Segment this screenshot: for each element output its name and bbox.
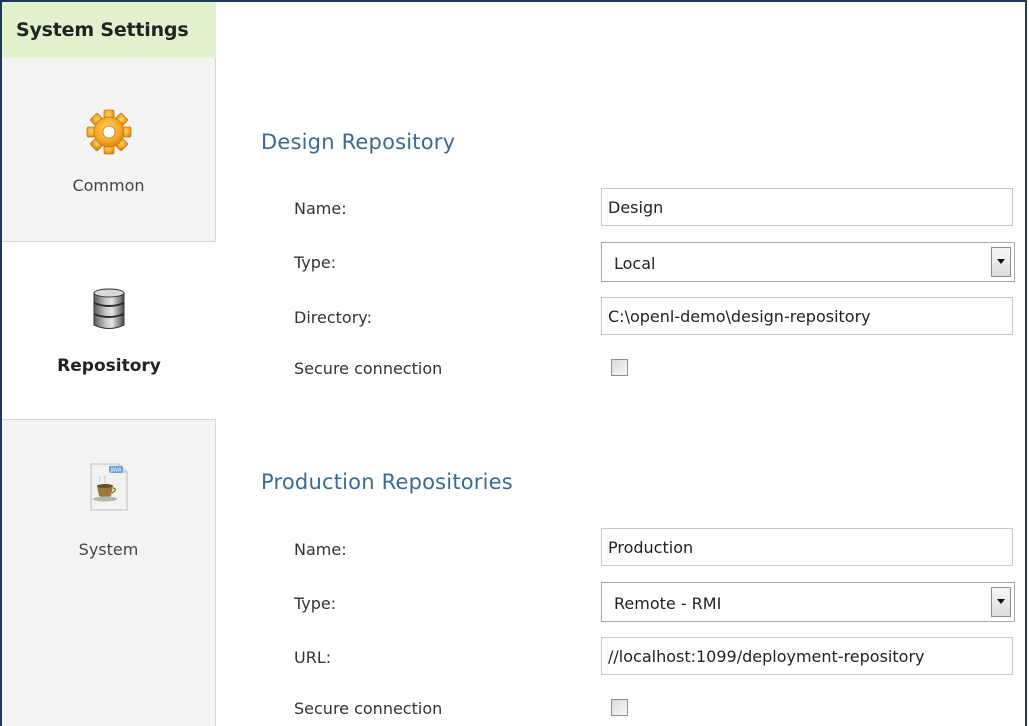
database-icon	[92, 287, 126, 335]
production-name-input[interactable]	[601, 528, 1013, 566]
chevron-down-icon[interactable]	[991, 587, 1011, 617]
settings-sidebar: System Settings Common Repository JAVA S…	[2, 2, 216, 726]
gear-icon	[85, 108, 133, 160]
sidebar-item-label: Common	[72, 176, 145, 195]
design-repository-title: Design Repository	[261, 130, 456, 154]
design-directory-input[interactable]	[601, 297, 1013, 335]
production-url-input[interactable]	[601, 637, 1013, 675]
sidebar-title: System Settings	[2, 2, 216, 58]
design-type-label: Type:	[294, 253, 337, 272]
svg-text:JAVA: JAVA	[109, 468, 122, 474]
chevron-down-icon[interactable]	[991, 247, 1011, 277]
java-icon: JAVA	[89, 462, 129, 516]
production-repositories-title: Production Repositories	[261, 470, 513, 494]
sidebar-item-common[interactable]: Common	[2, 58, 216, 242]
production-type-value: Remote - RMI	[614, 594, 722, 613]
production-url-label: URL:	[294, 648, 332, 667]
production-name-label: Name:	[294, 540, 347, 559]
design-name-label: Name:	[294, 199, 347, 218]
design-type-select[interactable]: Local	[601, 242, 1015, 282]
sidebar-item-label: System	[78, 540, 139, 559]
sidebar-item-repository[interactable]: Repository	[2, 243, 216, 419]
sidebar-item-system[interactable]: JAVA System	[2, 419, 216, 726]
production-secure-checkbox[interactable]	[611, 699, 628, 716]
sidebar-item-label: Repository	[57, 356, 161, 376]
design-type-value: Local	[614, 254, 656, 273]
production-type-select[interactable]: Remote - RMI	[601, 582, 1015, 622]
production-secure-label: Secure connection	[294, 699, 443, 718]
design-secure-label: Secure connection	[294, 359, 443, 378]
settings-main: Design Repository Name: Type: Local Dire…	[216, 2, 1025, 726]
design-name-input[interactable]	[601, 188, 1013, 226]
design-secure-checkbox[interactable]	[611, 359, 628, 376]
production-type-label: Type:	[294, 594, 337, 613]
design-directory-label: Directory:	[294, 308, 372, 327]
